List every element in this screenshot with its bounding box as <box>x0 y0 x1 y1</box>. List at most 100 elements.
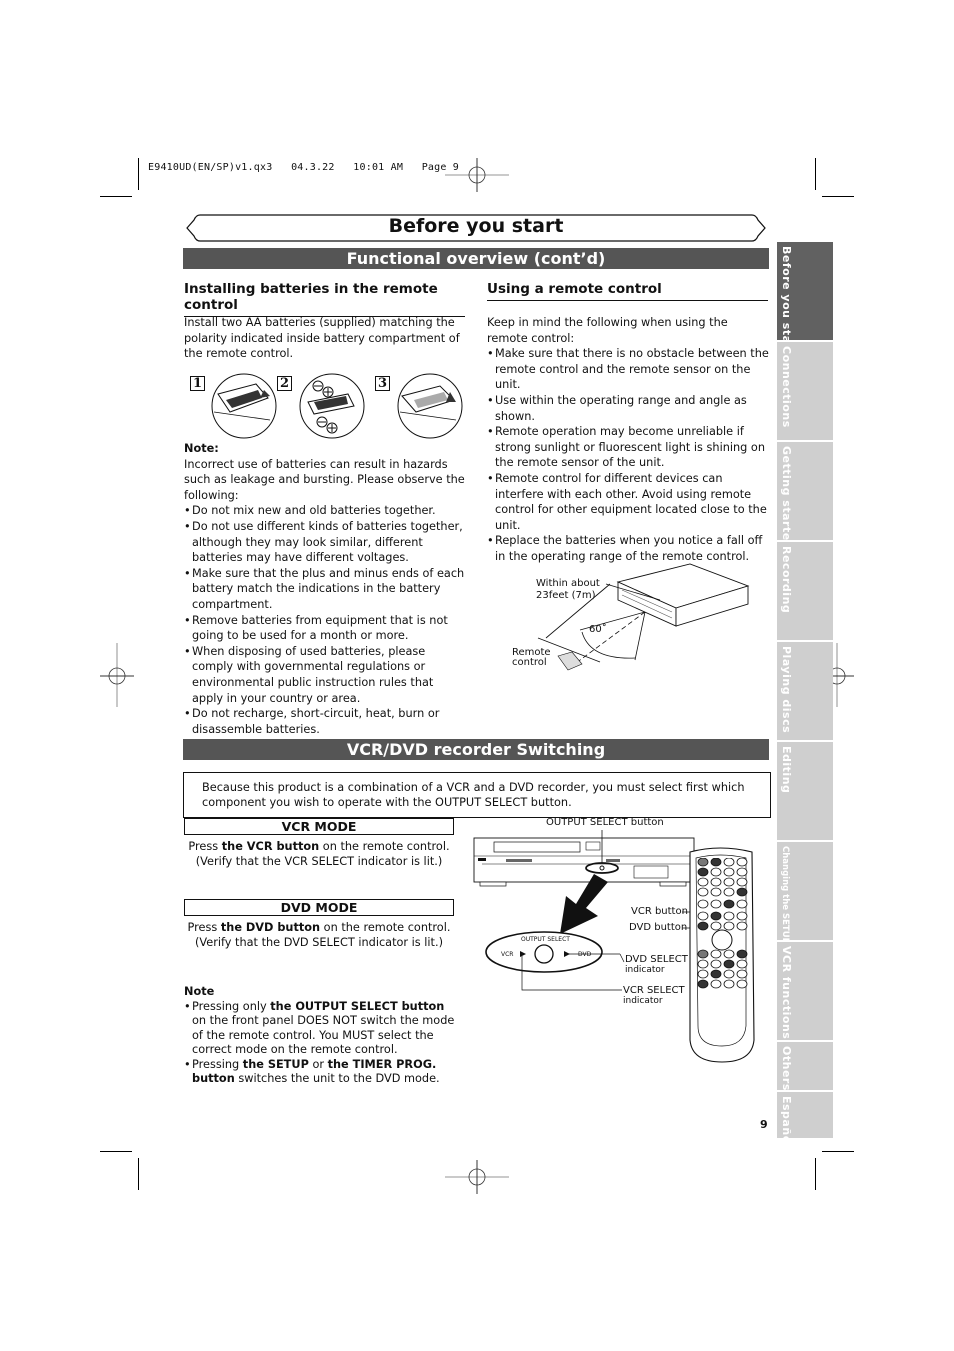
side-tab-others[interactable]: Others <box>777 1042 833 1091</box>
list-item: Use within the operating range and angle… <box>487 393 771 424</box>
dvd-button-label: DVD button <box>629 922 688 933</box>
text-bold: the SETUP <box>242 1057 309 1071</box>
remote-button-icon <box>697 959 709 969</box>
list-item: When disposing of used batteries, please… <box>184 644 468 706</box>
note-intro: Incorrect use of batteries can result in… <box>184 457 465 502</box>
remote-button-icon <box>697 921 709 931</box>
side-tab-recording[interactable]: Recording <box>777 542 833 640</box>
remote-button-icon <box>723 887 735 897</box>
range-label-line: Within about <box>536 578 600 589</box>
side-tab-editing[interactable]: Editing <box>777 742 833 840</box>
side-tab-connections[interactable]: Connections <box>777 342 833 440</box>
side-tab-label: Recording <box>780 546 793 614</box>
side-tab-getting-started[interactable]: Getting started <box>777 442 833 549</box>
list-item: Remote operation may become unreliable i… <box>487 424 771 471</box>
registration-mark-icon <box>445 158 509 192</box>
remote-button-icon <box>710 911 722 921</box>
remote-button-icon <box>736 969 748 979</box>
remote-button-icon <box>736 867 748 877</box>
remote-button-icon <box>736 959 748 969</box>
remote-button-icon <box>723 867 735 877</box>
text: Pressing <box>192 1057 243 1071</box>
side-tab-label: Getting started <box>780 446 793 550</box>
list-item: Remote control for different devices can… <box>487 471 771 533</box>
list-item: Do not use different kinds of batteries … <box>184 519 468 566</box>
text: switches the unit to the DVD mode. <box>234 1072 440 1085</box>
text: Press <box>188 840 222 853</box>
crop-mark <box>822 196 854 197</box>
batteries-intro: Install two AA batteries (supplied) matc… <box>184 316 460 361</box>
side-tab-playing-discs[interactable]: Playing discs <box>777 642 833 740</box>
remote-button-icon <box>723 899 735 909</box>
side-tab-vcr-functions[interactable]: VCR functions <box>777 942 833 1040</box>
panel-vcr-label: VCR <box>501 951 514 958</box>
remote-button-icon <box>710 979 722 989</box>
label-line: indicator <box>625 965 665 975</box>
battery-step-1: 1 <box>190 372 205 391</box>
registration-mark-icon <box>445 1160 509 1194</box>
remote-button-icon <box>736 887 748 897</box>
remote-button-icon <box>710 899 722 909</box>
side-tab-before-you-start[interactable]: Before you start <box>777 242 833 355</box>
switching-note-list: Pressing only the OUTPUT SELECT button o… <box>184 1000 459 1087</box>
side-tab-espa-ol[interactable]: Español <box>777 1092 833 1148</box>
page-title: Before you start <box>388 215 564 237</box>
side-tab-label: Before you start <box>780 246 793 356</box>
crop-mark <box>815 1158 816 1190</box>
remote-button-icon <box>723 949 735 959</box>
vcr-mode-line2: (Verify that the VCR SELECT indicator is… <box>195 854 443 868</box>
remote-button-icon <box>710 858 722 867</box>
battery-step-2-illustration <box>299 373 365 439</box>
battery-note-list: Do not mix new and old batteries togethe… <box>184 503 468 737</box>
angle-label: 60˚ <box>589 624 607 635</box>
remote-button-icon <box>697 867 709 877</box>
text: on the front panel DOES NOT switch the m… <box>192 1014 455 1056</box>
crop-mark <box>822 1151 854 1152</box>
panel-output-select-label: OUTPUT SELECT <box>521 936 570 943</box>
remote-dpad-icon <box>711 929 733 951</box>
text: Pressing only <box>192 999 271 1013</box>
remote-button-icon <box>736 979 748 989</box>
list-item: Make sure that the plus and minus ends o… <box>184 566 468 613</box>
section-title-vcr-dvd-switching: VCR/DVD recorder Switching <box>183 739 769 760</box>
remote-button-icon <box>723 969 735 979</box>
crop-mark <box>138 158 139 190</box>
side-tab-changing-the-setup-menu[interactable]: Changing the SETUP menu <box>777 842 833 974</box>
print-slug: E9410UD(EN/SP)v1.qx3 04.3.22 10:01 AM Pa… <box>148 162 460 173</box>
dvd-mode-line2: (Verify that the DVD SELECT indicator is… <box>195 935 443 949</box>
battery-note: Note: Incorrect use of batteries can res… <box>184 441 468 737</box>
remote-button-grid <box>697 858 748 989</box>
remote-button-icon <box>710 959 722 969</box>
remote-button-icon <box>723 877 735 887</box>
range-label-line: 23feet (7m) <box>536 590 596 601</box>
list-item: Pressing only the OUTPUT SELECT button o… <box>184 1000 459 1058</box>
remote-button-icon <box>697 949 709 959</box>
remote-button-icon <box>697 877 709 887</box>
remote-button-icon <box>697 858 709 867</box>
remote-button-icon <box>710 949 722 959</box>
side-tab-label: VCR functions <box>780 946 793 1040</box>
step-number: 3 <box>375 376 390 391</box>
list-item: Make sure that there is no obstacle betw… <box>487 346 771 393</box>
switching-intro-box: Because this product is a combination of… <box>183 772 771 818</box>
remote-usage-heading: Using a remote control <box>487 281 768 301</box>
remote-button-icon <box>710 867 722 877</box>
label-line: VCR SELECT <box>623 985 685 996</box>
section-title-functional-overview: Functional overview (cont’d) <box>183 248 769 269</box>
text: on the remote control. <box>319 840 450 853</box>
text: on the remote control. <box>320 921 451 934</box>
remote-button-icon <box>710 887 722 897</box>
note-heading: Note <box>184 985 215 998</box>
vcr-button-label: VCR button <box>631 906 688 917</box>
vcr-select-indicator-label: VCR SELECT indicator <box>623 985 685 1007</box>
page-title-banner: Before you start <box>186 214 766 242</box>
crop-mark <box>138 1158 139 1190</box>
crop-mark <box>100 196 132 197</box>
battery-step-2: 2 <box>277 372 292 391</box>
page-number: 9 <box>760 1118 768 1131</box>
list-item: Do not mix new and old batteries togethe… <box>184 503 468 519</box>
remote-control-label: Remote control <box>512 648 551 668</box>
remote-button-icon <box>723 911 735 921</box>
side-tab-label: Connections <box>780 346 793 428</box>
switching-note: Note Pressing only the OUTPUT SELECT but… <box>184 985 459 1087</box>
